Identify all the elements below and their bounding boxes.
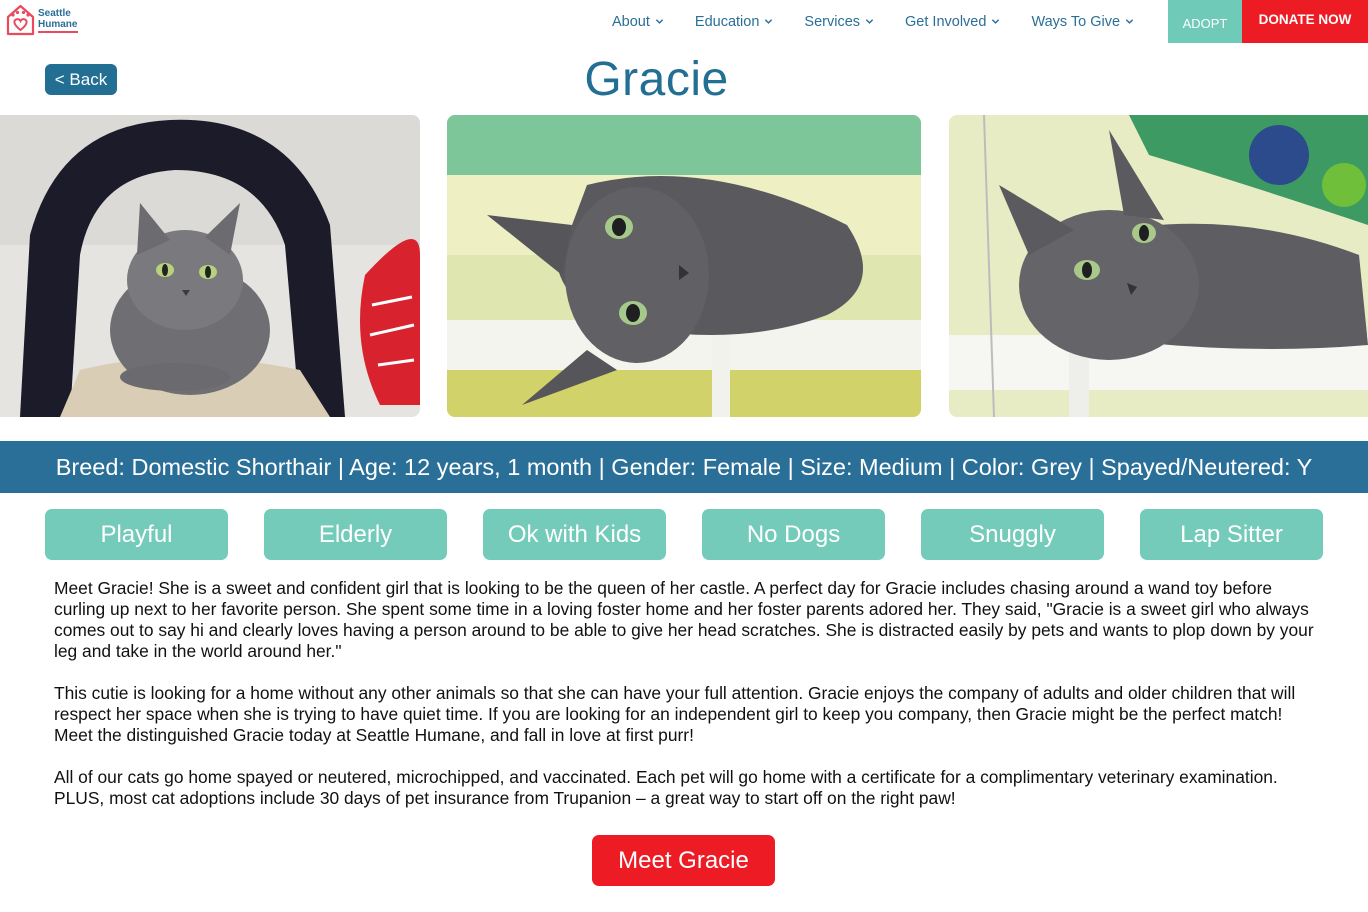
nav-education-label: Education: [694, 13, 760, 30]
nav-about-label: About: [612, 13, 650, 30]
description-paragraph-3: All of our cats go home spayed or neuter…: [54, 767, 1278, 808]
cat-photo-illustration: [447, 115, 921, 417]
nav-get-involved[interactable]: Get Involved: [905, 14, 1000, 30]
adopt-button[interactable]: ADOPT: [1168, 0, 1242, 43]
pet-info-bar: Breed: Domestic Shorthair | Age: 12 year…: [0, 441, 1368, 493]
trait-badge-ok-with-kids: Ok with Kids: [483, 509, 666, 560]
pet-name-title: Gracie: [584, 53, 729, 106]
pet-photo-3[interactable]: [949, 115, 1368, 417]
chevron-down-icon: [765, 19, 773, 24]
nav-about[interactable]: About: [612, 14, 664, 30]
nav-services-label: Services: [804, 13, 861, 30]
seattle-humane-logo[interactable]: Seattle Humane: [6, 3, 78, 37]
trait-badge-no-dogs: No Dogs: [702, 509, 885, 560]
chevron-down-icon: [655, 19, 664, 24]
logo-line-2: Humane: [38, 18, 78, 30]
donate-now-button[interactable]: DONATE NOW: [1242, 0, 1368, 43]
site-header: Seattle Humane About Education Services …: [0, 0, 1368, 43]
logo-underline: [38, 30, 78, 33]
pet-photo-1[interactable]: [0, 115, 420, 417]
description-paragraph-1: Meet Gracie! She is a sweet and confiden…: [54, 578, 1314, 661]
logo-line-1: Seattle: [38, 7, 71, 19]
nav-ways-to-give[interactable]: Ways To Give: [1031, 14, 1134, 30]
chevron-down-icon: [992, 19, 1000, 24]
trait-badge-playful: Playful: [45, 509, 228, 560]
logo-wordmark: Seattle Humane: [38, 8, 78, 33]
meet-pet-button[interactable]: Meet Gracie: [592, 835, 775, 886]
main-nav: About Education Services Get Involved Wa…: [612, 0, 1165, 43]
cat-photo-illustration: [0, 115, 420, 417]
nav-services[interactable]: Services: [804, 14, 874, 30]
trait-badge-lap-sitter: Lap Sitter: [1140, 509, 1323, 560]
nav-get-involved-label: Get Involved: [905, 13, 987, 30]
trait-badge-elderly: Elderly: [264, 509, 447, 560]
trait-badge-snuggly: Snuggly: [921, 509, 1104, 560]
nav-ways-to-give-label: Ways To Give: [1031, 13, 1121, 30]
pet-photo-2[interactable]: [447, 115, 921, 417]
nav-education[interactable]: Education: [695, 14, 774, 30]
cat-photo-illustration: [949, 115, 1368, 417]
chevron-down-icon: [865, 19, 874, 24]
pet-description: Meet Gracie! She is a sweet and confiden…: [54, 578, 1324, 830]
description-paragraph-2: This cutie is looking for a home without…: [54, 683, 1296, 745]
house-heart-logo-icon: [6, 4, 35, 36]
chevron-down-icon: [1125, 19, 1134, 24]
